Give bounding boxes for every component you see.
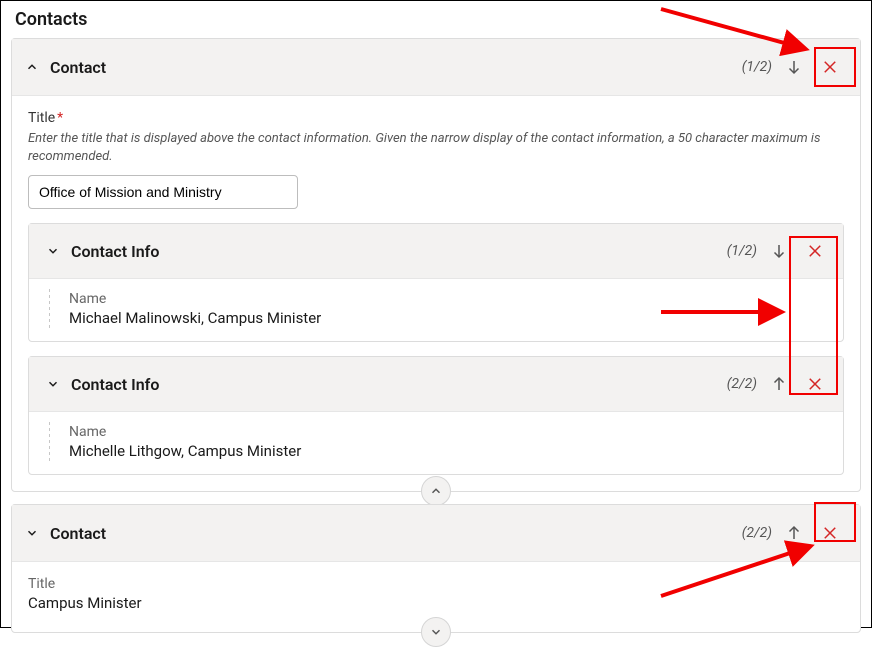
contact-1-counter: (1/2)	[742, 59, 772, 75]
contact-info-1-counter: (1/2)	[727, 243, 757, 259]
name-value: Michelle Lithgow, Campus Minister	[69, 442, 827, 460]
title-label: Title	[28, 576, 844, 592]
name-label: Name	[69, 424, 827, 440]
contact-info-1-label: Contact Info	[71, 242, 159, 261]
contact-card-2: Contact (2/2) Title Campus Minister	[11, 504, 861, 633]
move-up-button[interactable]	[780, 519, 808, 547]
move-up-button[interactable]	[765, 370, 793, 398]
title-field-label: Title*	[28, 110, 844, 126]
contact-1-header[interactable]: Contact (1/2)	[12, 39, 860, 96]
contact-info-1-header[interactable]: Contact Info (1/2)	[29, 224, 843, 279]
title-help-text: Enter the title that is displayed above …	[28, 130, 844, 165]
contact-2-label: Contact	[50, 524, 106, 543]
delete-contact-info-2-button[interactable]	[797, 366, 833, 402]
name-value: Michael Malinowski, Campus Minister	[69, 309, 827, 327]
chevron-down-icon	[45, 243, 61, 259]
chevron-down-icon	[24, 525, 40, 541]
delete-contact-1-button[interactable]	[812, 49, 848, 85]
move-down-button[interactable]	[765, 237, 793, 265]
chevron-up-icon	[24, 59, 40, 75]
page-heading: Contacts	[15, 9, 861, 30]
contact-info-2-header[interactable]: Contact Info (2/2)	[29, 357, 843, 412]
contact-info-card-1: Contact Info (1/2) Name Michael Malinows…	[28, 223, 844, 342]
title-value: Campus Minister	[28, 594, 844, 612]
collapse-contact-1-button[interactable]	[421, 476, 451, 506]
required-asterisk: *	[57, 110, 63, 126]
delete-contact-info-1-button[interactable]	[797, 233, 833, 269]
chevron-down-icon	[45, 376, 61, 392]
expand-contact-2-button[interactable]	[421, 617, 451, 647]
contact-info-2-label: Contact Info	[71, 375, 159, 394]
contact-info-2-counter: (2/2)	[727, 376, 757, 392]
contact-card-1: Contact (1/2) Title* Enter the title tha…	[11, 38, 861, 492]
contact-1-label: Contact	[50, 58, 106, 77]
name-label: Name	[69, 291, 827, 307]
contact-info-card-2: Contact Info (2/2) Name Michelle Lithgow…	[28, 356, 844, 475]
contact-2-counter: (2/2)	[742, 525, 772, 541]
delete-contact-2-button[interactable]	[812, 515, 848, 551]
title-input[interactable]	[28, 175, 298, 209]
move-down-button[interactable]	[780, 53, 808, 81]
contact-2-header[interactable]: Contact (2/2)	[12, 505, 860, 562]
